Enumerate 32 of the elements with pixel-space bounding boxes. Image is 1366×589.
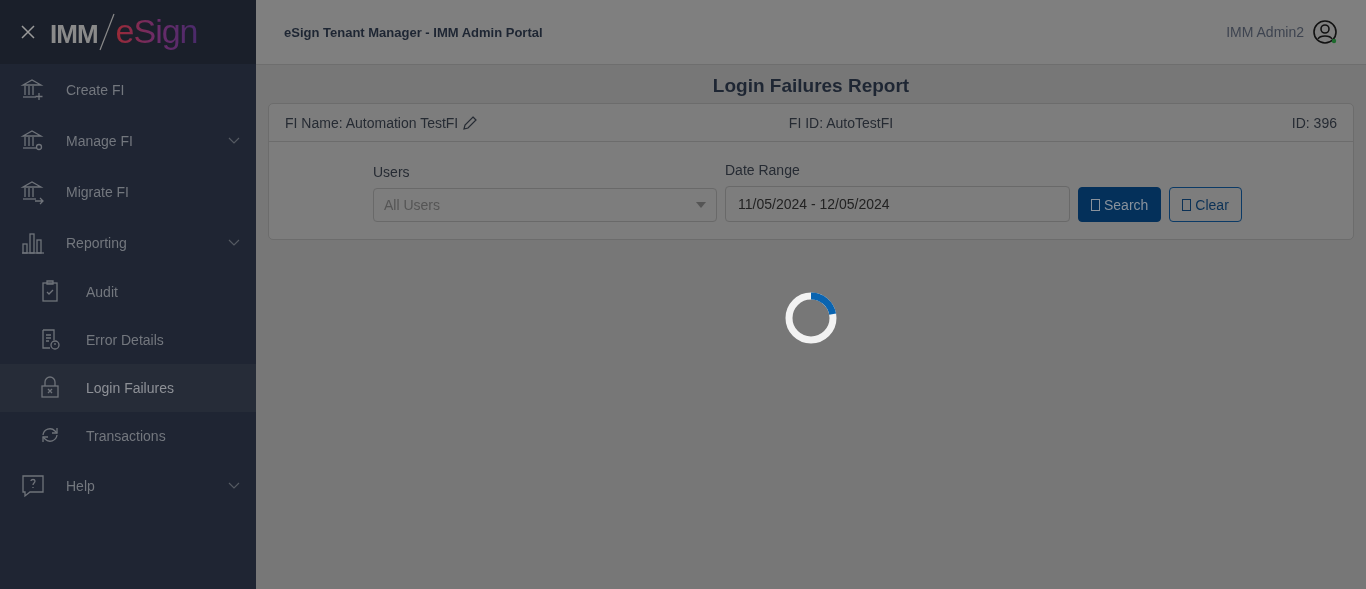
square-icon	[1182, 198, 1192, 211]
square-icon	[1091, 198, 1100, 211]
close-icon[interactable]	[20, 24, 36, 40]
clear-button[interactable]: Clear	[1169, 187, 1242, 222]
chevron-down-icon[interactable]	[228, 136, 240, 145]
logo: IMM eSign	[50, 12, 198, 52]
sidebar-item[interactable]: Manage FI	[0, 115, 256, 166]
sidebar-subitem[interactable]: Transactions	[0, 412, 256, 460]
chevron-down-icon[interactable]	[228, 481, 240, 490]
caret-down-icon	[696, 202, 706, 208]
field-label: Date Range	[725, 162, 801, 178]
chevron-down-icon[interactable]	[228, 238, 240, 247]
page-title: Login Failures Report	[711, 75, 911, 97]
user-avatar-icon[interactable]	[1312, 19, 1338, 45]
help-bubble-icon	[20, 472, 46, 499]
sidebar-subitem[interactable]: Error Details	[0, 316, 256, 364]
portal-title: eSign Tenant Manager - IMM Admin Portal	[284, 24, 543, 40]
fi-name: FI Name: Automation TestFI	[285, 114, 459, 131]
record-id: ID: 396	[1291, 114, 1337, 131]
sidebar-item[interactable]: Migrate FI	[0, 166, 256, 217]
fi-id: FI ID: AutoTestFI	[788, 114, 894, 131]
sidebar-item[interactable]: Create FI	[0, 64, 256, 115]
date-range-field[interactable]: 11/05/2024 - 12/05/2024	[725, 186, 1070, 222]
loading-spinner	[785, 292, 837, 344]
sidebar-item[interactable]: Help	[0, 460, 256, 511]
sidebar-subitem[interactable]: Login Failures	[0, 364, 256, 412]
sidebar-item[interactable]: Reporting	[0, 217, 256, 268]
search-button[interactable]: Search	[1078, 187, 1162, 222]
user-name[interactable]: IMM Admin2	[1226, 24, 1304, 40]
sidebar-subitem[interactable]: Audit	[0, 268, 256, 316]
field-label: Users	[373, 164, 411, 180]
pencil-icon[interactable]	[462, 114, 479, 131]
